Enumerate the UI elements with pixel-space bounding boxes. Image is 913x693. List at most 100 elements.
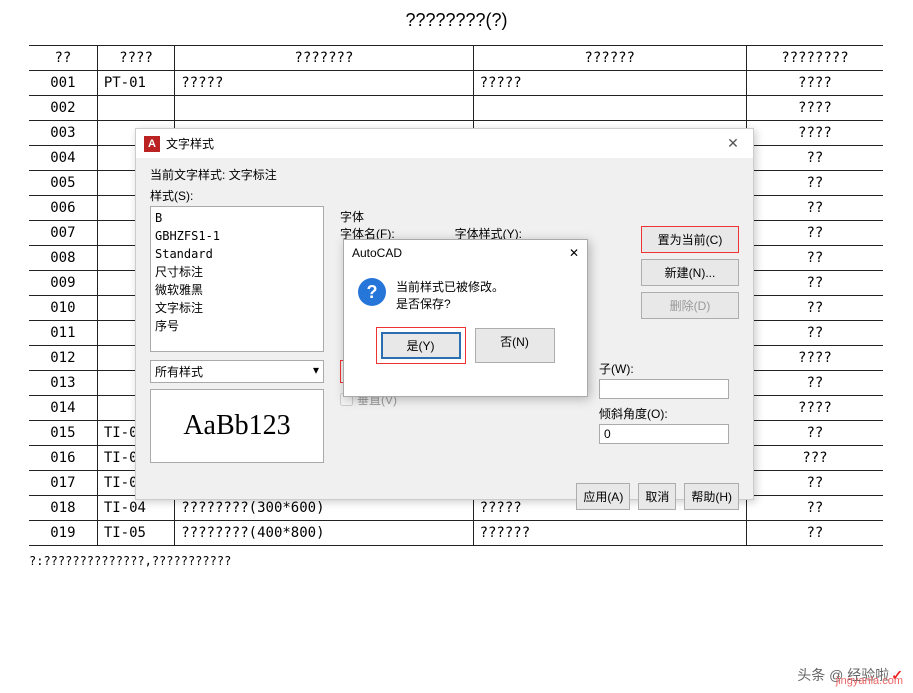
cell-c5: ???? (746, 396, 883, 421)
cell-c5: ???? (746, 121, 883, 146)
cell-c5: ?? (746, 171, 883, 196)
style-list-item[interactable]: Standard (155, 245, 319, 263)
cell-c3: ????????(400*800) (175, 521, 473, 546)
style-list-item[interactable]: 微软雅黑 (155, 281, 319, 299)
cell-seq: 018 (29, 496, 97, 521)
cell-c5: ?? (746, 146, 883, 171)
cell-seq: 001 (29, 71, 97, 96)
cell-c5: ?? (746, 321, 883, 346)
watermark: 头条 @ 经验啦 ✓ jingyanla.com (797, 665, 903, 685)
cell-seq: 015 (29, 421, 97, 446)
width-factor-label: 子(W): (599, 360, 739, 377)
style-filter-value: 所有样式 (155, 363, 203, 380)
new-style-button[interactable]: 新建(N)... (641, 259, 739, 286)
cell-code: PT-01 (97, 71, 174, 96)
confirm-titlebar[interactable]: AutoCAD ✕ (344, 240, 587, 266)
cell-seq: 003 (29, 121, 97, 146)
cell-c5: ?? (746, 271, 883, 296)
dialog-titlebar[interactable]: A 文字样式 ✕ (136, 129, 753, 158)
style-filter-select[interactable]: 所有样式 ▾ (150, 360, 324, 383)
current-style-label: 当前文字样式: (150, 168, 225, 182)
cell-seq: 010 (29, 296, 97, 321)
yes-button[interactable]: 是(Y) (381, 332, 461, 359)
confirm-line2: 是否保存? (396, 295, 504, 312)
cell-code: TI-05 (97, 521, 174, 546)
watermark-sub: jingyanla.com (836, 675, 903, 687)
app-icon: A (144, 136, 160, 152)
current-style-value: 文字标注 (229, 168, 277, 182)
cell-c5: ?? (746, 471, 883, 496)
style-list-item[interactable]: 文字标注 (155, 299, 319, 317)
cell-seq: 017 (29, 471, 97, 496)
width-factor-input[interactable] (599, 379, 729, 399)
cell-c5: ???? (746, 346, 883, 371)
table-row: 002???? (29, 96, 883, 121)
cell-seq: 016 (29, 446, 97, 471)
cell-seq: 005 (29, 171, 97, 196)
footnote: ?:??????????????,??????????? (29, 554, 913, 568)
style-list-label: 样式(S): (150, 187, 739, 204)
th-c3: ??????? (175, 46, 473, 71)
cell-seq: 011 (29, 321, 97, 346)
cell-c5: ?? (746, 521, 883, 546)
cell-c3 (175, 96, 473, 121)
no-button[interactable]: 否(N) (475, 328, 555, 363)
style-preview: AaBb123 (150, 389, 324, 463)
cell-c5: ?? (746, 196, 883, 221)
cell-seq: 002 (29, 96, 97, 121)
style-list-item[interactable]: B (155, 209, 319, 227)
cell-seq: 007 (29, 221, 97, 246)
question-icon: ? (358, 278, 386, 306)
cell-c5: ?? (746, 296, 883, 321)
style-list-item[interactable]: 序号 (155, 317, 319, 335)
delete-style-button[interactable]: 删除(D) (641, 292, 739, 319)
th-code: ???? (97, 46, 174, 71)
table-row: 001PT-01?????????????? (29, 71, 883, 96)
cell-seq: 013 (29, 371, 97, 396)
cell-c3: ????? (175, 71, 473, 96)
set-current-button[interactable]: 置为当前(C) (641, 226, 739, 253)
help-button[interactable]: 帮助(H) (684, 483, 739, 510)
cell-seq: 019 (29, 521, 97, 546)
cancel-button[interactable]: 取消 (638, 483, 676, 510)
oblique-input[interactable] (599, 424, 729, 444)
th-c5: ???????? (746, 46, 883, 71)
cell-c4 (473, 96, 746, 121)
apply-button[interactable]: 应用(A) (576, 483, 630, 510)
style-list[interactable]: BGBHZFS1-1Standard尺寸标注微软雅黑文字标注序号 (150, 206, 324, 352)
table-row: 019TI-05????????(400*800)???????? (29, 521, 883, 546)
cell-c5: ?? (746, 421, 883, 446)
cell-seq: 008 (29, 246, 97, 271)
confirm-line1: 当前样式已被修改。 (396, 278, 504, 295)
cell-seq: 014 (29, 396, 97, 421)
cell-c5: ???? (746, 71, 883, 96)
cell-seq: 012 (29, 346, 97, 371)
style-list-item[interactable]: 尺寸标注 (155, 263, 319, 281)
cell-seq: 004 (29, 146, 97, 171)
confirm-title: AutoCAD (352, 246, 402, 260)
cell-c5: ?? (746, 371, 883, 396)
cell-c4: ????? (473, 71, 746, 96)
cell-c5: ???? (746, 96, 883, 121)
cell-c5: ??? (746, 446, 883, 471)
page-title: ????????(?) (0, 0, 913, 45)
confirm-message: 当前样式已被修改。 是否保存? (396, 278, 504, 312)
cell-c5: ?? (746, 496, 883, 521)
cell-c5: ?? (746, 221, 883, 246)
close-icon[interactable]: ✕ (569, 246, 579, 260)
close-icon[interactable]: ✕ (721, 135, 745, 152)
current-style-row: 当前文字样式: 文字标注 (150, 166, 739, 183)
th-seq: ?? (29, 46, 97, 71)
cell-seq: 006 (29, 196, 97, 221)
cell-c5: ?? (746, 246, 883, 271)
oblique-label: 倾斜角度(O): (599, 405, 739, 422)
th-c4: ?????? (473, 46, 746, 71)
dialog-title: 文字样式 (166, 135, 721, 152)
cell-code (97, 96, 174, 121)
chevron-down-icon: ▾ (313, 363, 319, 380)
cell-c4: ?????? (473, 521, 746, 546)
font-group-label: 字体 (340, 208, 625, 225)
style-list-item[interactable]: GBHZFS1-1 (155, 227, 319, 245)
cell-seq: 009 (29, 271, 97, 296)
confirm-dialog: AutoCAD ✕ ? 当前样式已被修改。 是否保存? 是(Y) 否(N) (343, 239, 588, 397)
